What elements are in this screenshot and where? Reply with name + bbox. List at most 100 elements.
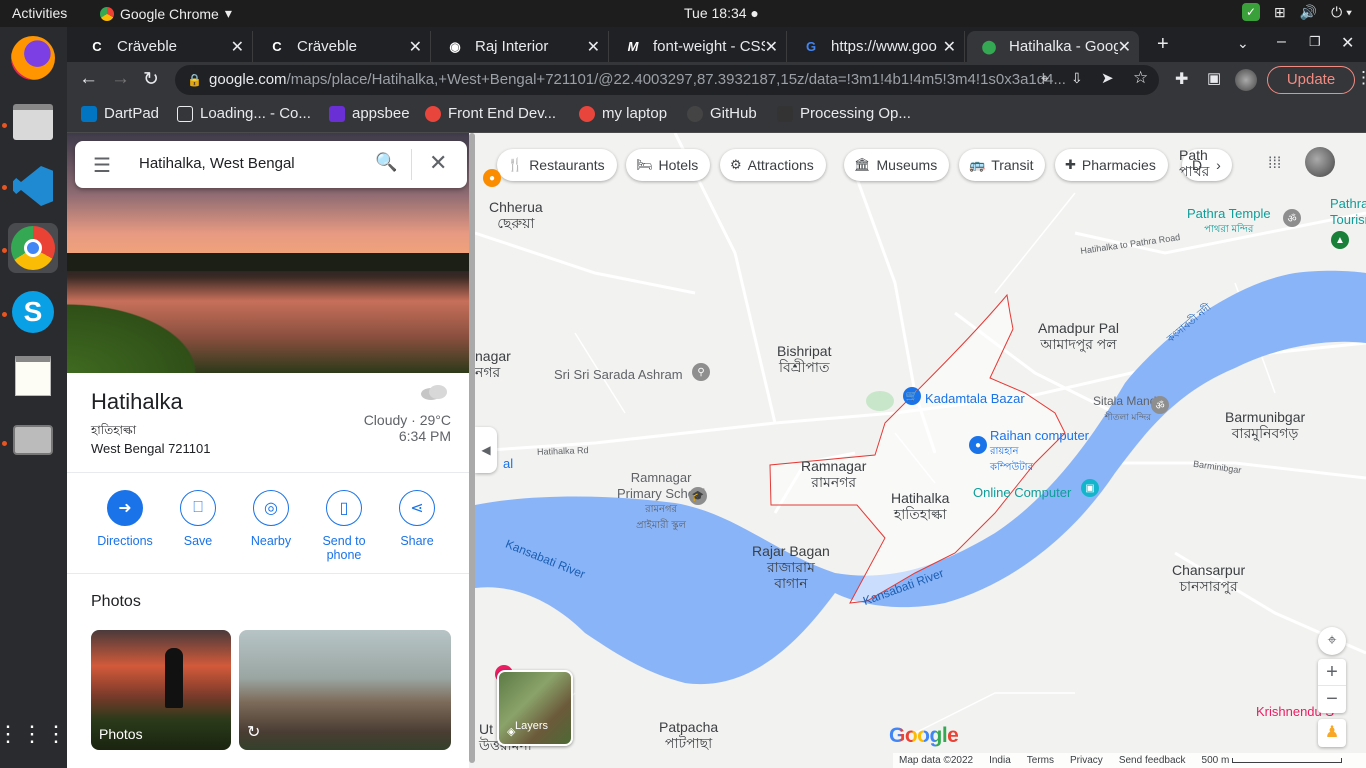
park-icon[interactable]: ▲	[1331, 231, 1349, 249]
directions-button[interactable]: ➜ Directions	[88, 490, 162, 548]
window-close-icon[interactable]: ✕	[1341, 33, 1354, 53]
running-indicator	[2, 123, 7, 128]
address-bar[interactable]: 🔒 google.com/maps/place/Hatihalka,+West+…	[175, 65, 1159, 95]
reload-icon[interactable]: ↻	[143, 68, 159, 91]
map-canvas[interactable]: 🍴 Restaurants 🛏 Hotels ⚙ Attractions 🏛 Museu…	[475, 133, 1366, 768]
profile-avatar[interactable]	[1235, 69, 1257, 91]
chip-attractions[interactable]: ⚙ Attractions	[720, 149, 826, 181]
location-icon[interactable]: ⌖	[1041, 70, 1049, 87]
bookmark-processing[interactable]: Processing Op...	[777, 105, 911, 122]
activities-button[interactable]: Activities	[12, 5, 67, 21]
bookmark-github[interactable]: GitHub	[687, 105, 757, 122]
text-editor-icon[interactable]	[8, 351, 58, 401]
chip-museums[interactable]: 🏛 Museums	[844, 149, 950, 181]
street-view-thumbnail[interactable]: ↻	[239, 630, 451, 750]
search-icon[interactable]: 🔍	[375, 152, 397, 173]
pegman-icon[interactable]: ♟	[1318, 719, 1346, 747]
send-to-phone-button[interactable]: ▯ Send to phone	[307, 490, 381, 562]
chip-hotels[interactable]: 🛏 Hotels	[626, 149, 711, 181]
bookmark-loading[interactable]: Loading... - Co...	[177, 105, 311, 122]
google-apps-icon[interactable]: ⁞⁞⁞	[1268, 155, 1281, 173]
close-icon[interactable]: ✕	[231, 37, 244, 57]
system-tray[interactable]: ✓ ⊞ 🔊 ⏻ ▾	[1241, 3, 1352, 21]
minimize-icon[interactable]: –	[1277, 33, 1286, 51]
tab-search-icon[interactable]: ⌄	[1237, 35, 1249, 52]
chrome-dock-icon[interactable]	[8, 223, 58, 273]
hamburger-menu-icon[interactable]: ☰	[93, 153, 111, 178]
clock[interactable]: Tue 18:34 ●	[684, 5, 759, 21]
update-button[interactable]: Update	[1267, 66, 1355, 94]
layers-button[interactable]: ◈ Layers	[497, 670, 573, 746]
power-icon: ⏻ ▾	[1331, 3, 1352, 20]
bookmark-appsbee[interactable]: appsbee	[329, 105, 410, 122]
zoom-out-button[interactable]: −	[1318, 686, 1346, 713]
temple-icon[interactable]: ॐ	[1283, 209, 1301, 227]
close-icon[interactable]: ✕	[409, 37, 422, 57]
tab-2[interactable]: C Cräveble ✕	[255, 31, 431, 62]
tab-1[interactable]: C Cräveble ✕	[75, 31, 253, 62]
region-link[interactable]: India	[989, 755, 1011, 766]
new-tab-icon[interactable]: +	[1157, 33, 1169, 56]
place-label-bn: রায়হান কম্পিউটার	[990, 446, 1034, 473]
show-apps-icon[interactable]: ⋮⋮⋮	[0, 709, 67, 759]
scanner-icon[interactable]	[8, 415, 58, 465]
github-icon	[687, 105, 703, 122]
tab-4[interactable]: M font-weight - CSS ✕	[611, 31, 787, 62]
tab-5[interactable]: G https://www.goo ✕	[789, 31, 965, 62]
install-icon[interactable]: ⇩	[1071, 70, 1083, 87]
my-location-button[interactable]: ⌖	[1318, 627, 1346, 655]
send-icon[interactable]: ➤	[1101, 69, 1114, 87]
skype-icon[interactable]: S	[8, 287, 58, 337]
back-icon[interactable]: ←	[79, 68, 98, 90]
scale-bar[interactable]: 500 m	[1202, 755, 1343, 766]
chip-pharmacies[interactable]: ✚ Pharmacies	[1055, 149, 1168, 181]
photo-thumbnail[interactable]: Photos	[91, 630, 231, 750]
close-icon[interactable]: ✕	[587, 37, 600, 57]
computer-shop-pin-icon[interactable]: ●	[969, 436, 987, 454]
account-avatar[interactable]	[1305, 147, 1335, 177]
search-input[interactable]: Hatihalka, West Bengal	[139, 155, 295, 172]
nearby-button[interactable]: ◎ Nearby	[234, 490, 308, 548]
bookmark-frontend[interactable]: Front End Dev...	[425, 105, 556, 122]
privacy-link[interactable]: Privacy	[1070, 755, 1103, 766]
kebab-menu-icon[interactable]: ⋮	[1355, 68, 1366, 88]
collapse-panel-button[interactable]: ◀	[475, 427, 497, 473]
clear-search-icon[interactable]: ✕	[429, 150, 447, 176]
chip-restaurants[interactable]: 🍴 Restaurants	[497, 149, 617, 181]
send-feedback-link[interactable]: Send feedback	[1119, 755, 1186, 766]
files-icon[interactable]	[8, 97, 58, 147]
tab-title: Hatihalka - Goog	[1009, 38, 1122, 55]
google-logo: Google	[889, 724, 959, 748]
save-button[interactable]: ⎕ Save	[161, 490, 235, 548]
side-panel-icon[interactable]: ▣	[1207, 69, 1221, 87]
restaurant-pin-icon[interactable]: ●	[483, 169, 501, 187]
browser-toolbar: ← → ↻ 🔒 google.com/maps/place/Hatihalka,…	[67, 62, 1366, 98]
firefox-icon[interactable]	[8, 33, 58, 83]
zoom-in-button[interactable]: +	[1318, 659, 1346, 686]
shopping-pin-icon[interactable]: 🛒	[903, 387, 921, 405]
temple-icon[interactable]: ॐ	[1151, 396, 1169, 414]
bookmark-label: my laptop	[602, 105, 668, 122]
school-icon[interactable]: 🎓	[689, 487, 707, 505]
label-hatihalka: Hatihalka হাতিহাল্কা	[891, 490, 949, 522]
tab-active[interactable]: ⬤ Hatihalka - Goog ✕	[967, 31, 1139, 62]
ashram-icon[interactable]: ⚲	[692, 363, 710, 381]
tab-3[interactable]: ◉ Raj Interior ✕	[433, 31, 609, 62]
bookmark-dartpad[interactable]: DartPad	[81, 105, 159, 122]
bookmark-star-icon[interactable]: ☆	[1133, 68, 1148, 88]
terms-link[interactable]: Terms	[1027, 755, 1054, 766]
chip-transit[interactable]: 🚌 Transit	[959, 149, 1046, 181]
google-icon: G	[805, 39, 817, 54]
close-icon[interactable]: ✕	[1117, 37, 1131, 57]
share-button[interactable]: ⋖ Share	[380, 490, 454, 548]
maximize-icon[interactable]: ❐	[1309, 34, 1321, 50]
bookmark-my-laptop[interactable]: my laptop	[579, 105, 667, 122]
vscode-icon[interactable]	[8, 161, 58, 211]
close-icon[interactable]: ✕	[764, 37, 778, 57]
app-menu[interactable]: Google Chrome ▾	[100, 5, 232, 22]
place-label-bn: ছেরুয়া	[497, 215, 535, 231]
extensions-icon[interactable]: ✚	[1175, 69, 1188, 89]
shop-pin-icon[interactable]: ▣	[1081, 479, 1099, 497]
close-icon[interactable]: ✕	[942, 37, 956, 57]
forward-icon[interactable]: →	[111, 68, 130, 90]
